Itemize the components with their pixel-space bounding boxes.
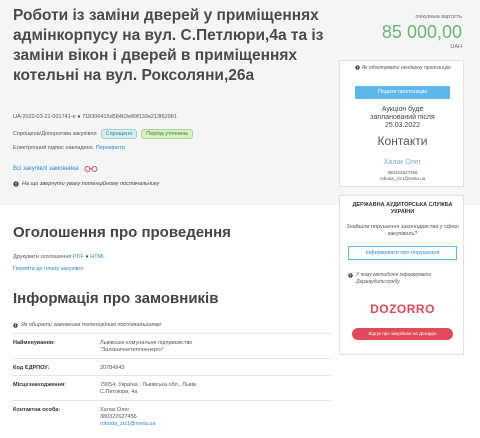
goto-plan-link[interactable]: Перейти до плану закупівлі [13, 266, 83, 272]
separator-dot: ● [85, 254, 89, 260]
location-line2: С.Петлюри, 4а [100, 389, 138, 395]
all-customer-purchases-link[interactable]: Всі закупівлі замовника [13, 166, 78, 172]
supplier-notice-text: На що звернути увагу потенційному постач… [22, 181, 160, 187]
warning-icon [13, 181, 19, 187]
customer-name-value: Львівське комунальне підприємство "Заліз… [100, 340, 192, 354]
auction-date: 25.03.2022 [384, 122, 421, 129]
warning-icon [13, 322, 18, 328]
divider [13, 333, 331, 334]
contact-person-phone: 380322627456 [100, 414, 137, 420]
tag-simplified: Спрощено [100, 129, 138, 139]
contact-email[interactable]: roboda_ziz1@meta.ua [340, 176, 465, 181]
dozorro-review-button[interactable]: Відгук про закупівлю на Дозорро [352, 328, 453, 340]
audit-title: ДЕРЖАВНА АУДИТОРСЬКА СЛУЖБА УКРАЇНИ [352, 202, 453, 215]
edrpou-value: 20784943 [100, 365, 125, 371]
customer-name-label: Найменування: [13, 340, 55, 346]
procedure-tags: Спрощена/Допорогова закупівля Спрощено П… [13, 129, 194, 139]
print-html-link[interactable]: HTML [90, 254, 105, 260]
divider [13, 375, 331, 376]
auction-line2: запланований після [370, 114, 435, 121]
audit-question: Знайшли порушення законодавства у сфері … [346, 224, 459, 237]
print-announcement-row: Друкувати оголошення PDF ● HTML [13, 254, 105, 260]
contact-name: Халак Олег [383, 159, 422, 166]
customer-howto-link[interactable]: Як обирати замовника потенційним постача… [13, 322, 161, 328]
contact-person-email[interactable]: roboda_ziz1@meta.ua [100, 421, 155, 428]
tag-period: Період уточнень [141, 129, 194, 139]
tender-title: Роботи із заміни дверей у приміщеннях ад… [13, 7, 324, 84]
auction-info: Аукціон буде запланований після 25.03.20… [340, 106, 465, 130]
tender-id[interactable]: UA-2022-03-21-001741-e ● 718306415d58463… [13, 114, 177, 120]
offer-contacts-card: Як підготувати пендерну пропозицію Подат… [339, 60, 464, 187]
divider [13, 400, 331, 401]
contact-phone: 380322627456 [387, 170, 418, 175]
report-violation-button[interactable]: Інформувати про порушення [348, 246, 457, 260]
glasses-icon[interactable] [84, 165, 98, 172]
contact-person-label: Контактна особа: [13, 407, 61, 413]
customer-name-line1: Львівське комунальне підприємство [100, 340, 193, 346]
customer-info-title: Інформація про замовників [13, 290, 219, 307]
price-currency: UAH [450, 44, 462, 50]
location-label: Місцезнаходження: [13, 382, 66, 388]
location-value: 79054, Україна , Львівська обл., Львів, … [100, 382, 197, 396]
customer-howto-text: Як обирати замовника потенційним постача… [21, 322, 161, 328]
procedure-type: Спрощена/Допорогова закупівля [13, 131, 97, 137]
auction-line1: Аукціон буде [381, 106, 424, 113]
supplier-notice[interactable]: На що звернути увагу потенційному постач… [13, 181, 159, 187]
announcement-title: Оголошення про проведення [13, 224, 231, 241]
contacts-title: Контакти [377, 134, 428, 148]
contact-person-name: Халак Олег [100, 407, 130, 413]
offer-howto-text: Як підготувати пендерну пропозицію [361, 65, 451, 71]
customer-purchases-row: Всі закупівлі замовника [13, 165, 98, 172]
print-label: Друкувати оголошення [13, 254, 72, 260]
offer-howto-link[interactable]: Як підготувати пендерну пропозицію [348, 65, 458, 72]
customer-name-line2: "Залізничнетеплоенерго" [100, 347, 165, 353]
warning-icon [355, 65, 361, 70]
submit-offer-button[interactable]: Подати пропозицію [355, 86, 450, 99]
signature-line: Електронний підпис накладено. Перевірити [13, 145, 125, 151]
edrpou-label: Код ЄДРПОУ: [13, 365, 50, 371]
warning-icon [348, 273, 353, 278]
divider [13, 358, 331, 359]
contact-person-value: Халак Олег 380322627456 roboda_ziz1@meta… [100, 407, 155, 428]
signature-text: Електронний підпис накладено. [13, 145, 95, 151]
audit-service-card: ДЕРЖАВНА АУДИТОРСЬКА СЛУЖБА УКРАЇНИ Знай… [339, 195, 464, 355]
signature-verify-link[interactable]: Перевірити [96, 145, 125, 151]
location-line1: 79054, Україна , Львівська обл., Львів, [100, 382, 198, 388]
audit-note-text: У чому методичні інформувати Держаудитсл… [356, 272, 432, 285]
audit-howto-link[interactable]: У чому методичні інформувати Держаудитсл… [348, 272, 461, 286]
print-pdf-link[interactable]: PDF [73, 254, 84, 260]
price-label: очікувана вартість [415, 14, 462, 20]
price-amount: 85 000,00 [381, 22, 462, 42]
dozorro-logo[interactable]: DOZORRO [340, 302, 465, 316]
